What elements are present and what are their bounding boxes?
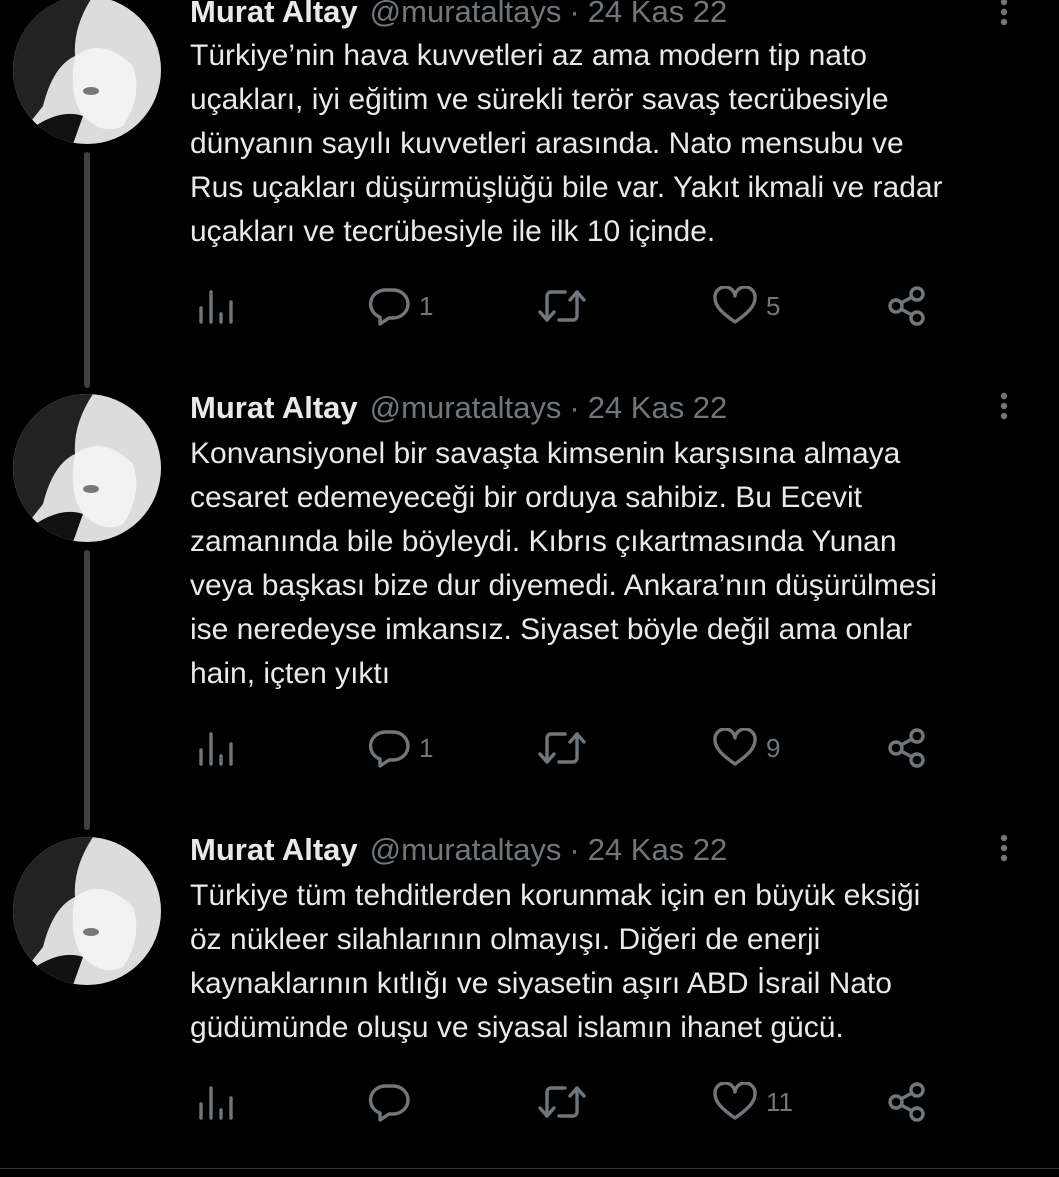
- author-name[interactable]: Murat Altay: [190, 0, 358, 30]
- avatar[interactable]: [13, 0, 161, 144]
- divider: [0, 1168, 1059, 1169]
- tweet-date[interactable]: 24 Kas 22: [588, 0, 728, 30]
- like-count: 9: [766, 732, 781, 763]
- tweet-date[interactable]: 24 Kas 22: [588, 390, 728, 426]
- retweet-icon: [537, 728, 587, 768]
- more-icon[interactable]: [990, 0, 1018, 32]
- tweet-actions: 1 9: [0, 723, 1059, 773]
- tweet[interactable]: Murat Altay @murataltays · 24 Kas 22 Tür…: [0, 832, 1059, 1168]
- reply-count: 1: [419, 732, 434, 763]
- reply-icon: [367, 1082, 411, 1122]
- avatar[interactable]: [13, 837, 161, 985]
- views-icon: [197, 1082, 235, 1122]
- tweet-text: Konvansiyonel bir savaşta kimsenin karşı…: [190, 437, 938, 690]
- author-name[interactable]: Murat Altay: [190, 390, 358, 426]
- tweet[interactable]: Murat Altay @murataltays · 24 Kas 22 Tür…: [0, 0, 1059, 390]
- retweet-icon: [537, 1082, 587, 1122]
- reply-button[interactable]: 1: [367, 281, 433, 331]
- retweet-button[interactable]: [537, 723, 595, 773]
- author-handle[interactable]: @murataltays: [370, 0, 562, 30]
- author-handle[interactable]: @murataltays: [370, 832, 562, 868]
- separator-dot: ·: [569, 390, 580, 425]
- author-name[interactable]: Murat Altay: [190, 832, 358, 868]
- tweet-header: Murat Altay @murataltays · 24 Kas 22: [190, 388, 727, 428]
- share-icon: [886, 285, 928, 327]
- like-count: 11: [766, 1086, 793, 1117]
- tweet-actions: 11: [0, 1077, 1059, 1127]
- reply-icon: [367, 728, 411, 768]
- thread-line: [84, 152, 90, 388]
- like-icon: [712, 1082, 758, 1122]
- views-button[interactable]: [197, 723, 235, 773]
- reply-button[interactable]: [367, 1077, 419, 1127]
- tweet-header: Murat Altay @murataltays · 24 Kas 22: [190, 830, 727, 870]
- share-icon: [886, 1081, 928, 1123]
- share-button[interactable]: [886, 281, 928, 331]
- tweet[interactable]: Murat Altay @murataltays · 24 Kas 22 Kon…: [0, 390, 1059, 832]
- separator-dot: ·: [569, 832, 580, 867]
- like-button[interactable]: 5: [712, 281, 780, 331]
- like-button[interactable]: 9: [712, 723, 780, 773]
- reply-icon: [367, 286, 411, 326]
- retweet-button[interactable]: [537, 1077, 595, 1127]
- like-button[interactable]: 11: [712, 1077, 793, 1127]
- like-icon: [712, 728, 758, 768]
- views-icon: [197, 728, 235, 768]
- reply-count: 1: [419, 290, 434, 321]
- views-button[interactable]: [197, 1077, 235, 1127]
- share-button[interactable]: [886, 1077, 928, 1127]
- tweet-text: Türkiye tüm tehditlerden korunmak için e…: [190, 879, 921, 1044]
- separator-dot: ·: [569, 0, 580, 29]
- tweet-date[interactable]: 24 Kas 22: [588, 832, 728, 868]
- views-button[interactable]: [197, 281, 235, 331]
- views-icon: [197, 286, 235, 326]
- avatar-image: [13, 394, 161, 542]
- avatar[interactable]: [13, 394, 161, 542]
- share-icon: [886, 727, 928, 769]
- tweet-actions: 1 5: [0, 281, 1059, 331]
- author-handle[interactable]: @murataltays: [370, 390, 562, 426]
- tweet-header: Murat Altay @murataltays · 24 Kas 22: [190, 0, 727, 32]
- retweet-icon: [537, 286, 587, 326]
- retweet-button[interactable]: [537, 281, 595, 331]
- thread-line: [84, 550, 90, 830]
- reply-button[interactable]: 1: [367, 723, 433, 773]
- more-icon[interactable]: [990, 828, 1018, 868]
- more-icon[interactable]: [990, 386, 1018, 426]
- avatar-image: [13, 837, 161, 985]
- share-button[interactable]: [886, 723, 928, 773]
- like-count: 5: [766, 290, 781, 321]
- like-icon: [712, 286, 758, 326]
- tweet-text: Türkiye’nin hava kuvvetleri az ama moder…: [190, 39, 943, 248]
- avatar-image: [13, 0, 161, 144]
